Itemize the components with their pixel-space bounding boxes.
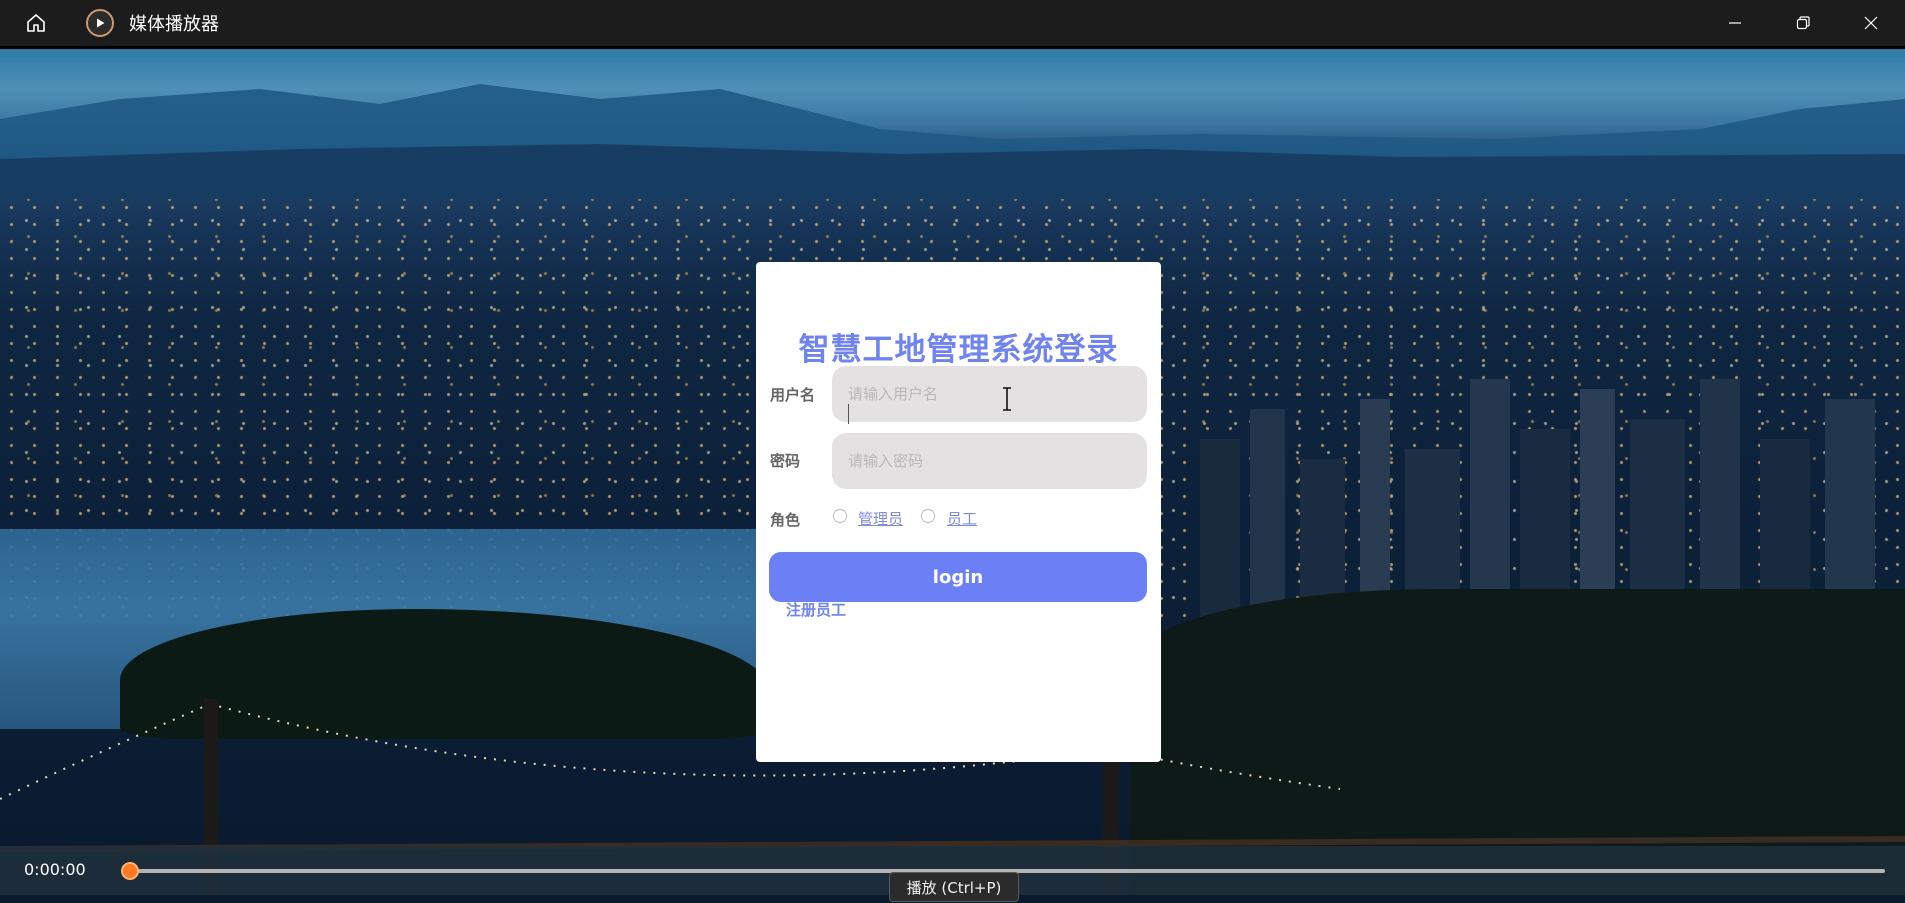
home-icon (27, 14, 45, 32)
role-label: 角色 (770, 511, 801, 529)
restore-icon (1796, 16, 1810, 30)
ibeam-cursor-icon (1003, 387, 1011, 411)
play-circle-icon (86, 9, 114, 37)
window-title: 媒体播放器 (129, 14, 219, 35)
login-title: 智慧工地管理系统登录 (798, 332, 1119, 368)
current-time: 0:00:00 (24, 860, 86, 879)
register-link[interactable]: 注册员工 (786, 599, 846, 620)
close-button[interactable] (1837, 0, 1905, 46)
play-tooltip: 播放 (Ctrl+P) (889, 872, 1019, 902)
title-bar: 媒体播放器 (0, 0, 1905, 49)
role-admin-label[interactable]: 管理员 (858, 508, 903, 529)
role-staff-radio[interactable] (921, 509, 935, 523)
text-caret (848, 404, 849, 424)
restore-button[interactable] (1769, 0, 1837, 46)
video-frame[interactable]: 智慧工地管理系统登录 用户名 密码 角色 管理员 员工 login 注册员工 (0, 49, 1905, 895)
seek-thumb[interactable] (121, 862, 139, 880)
window-controls (1701, 0, 1905, 46)
close-icon (1864, 16, 1878, 30)
minimize-button[interactable] (1701, 0, 1769, 46)
role-staff-label[interactable]: 员工 (947, 508, 977, 529)
background-mountains (0, 84, 1905, 199)
minimize-icon (1729, 22, 1741, 24)
password-input[interactable] (832, 433, 1147, 489)
role-admin-radio[interactable] (833, 509, 847, 523)
username-label: 用户名 (770, 386, 816, 404)
login-panel: 智慧工地管理系统登录 用户名 密码 角色 管理员 员工 login 注册员工 (756, 262, 1161, 762)
password-label: 密码 (770, 452, 801, 470)
login-button[interactable]: login (769, 552, 1147, 602)
username-input[interactable] (832, 366, 1147, 422)
home-button[interactable] (0, 0, 72, 46)
